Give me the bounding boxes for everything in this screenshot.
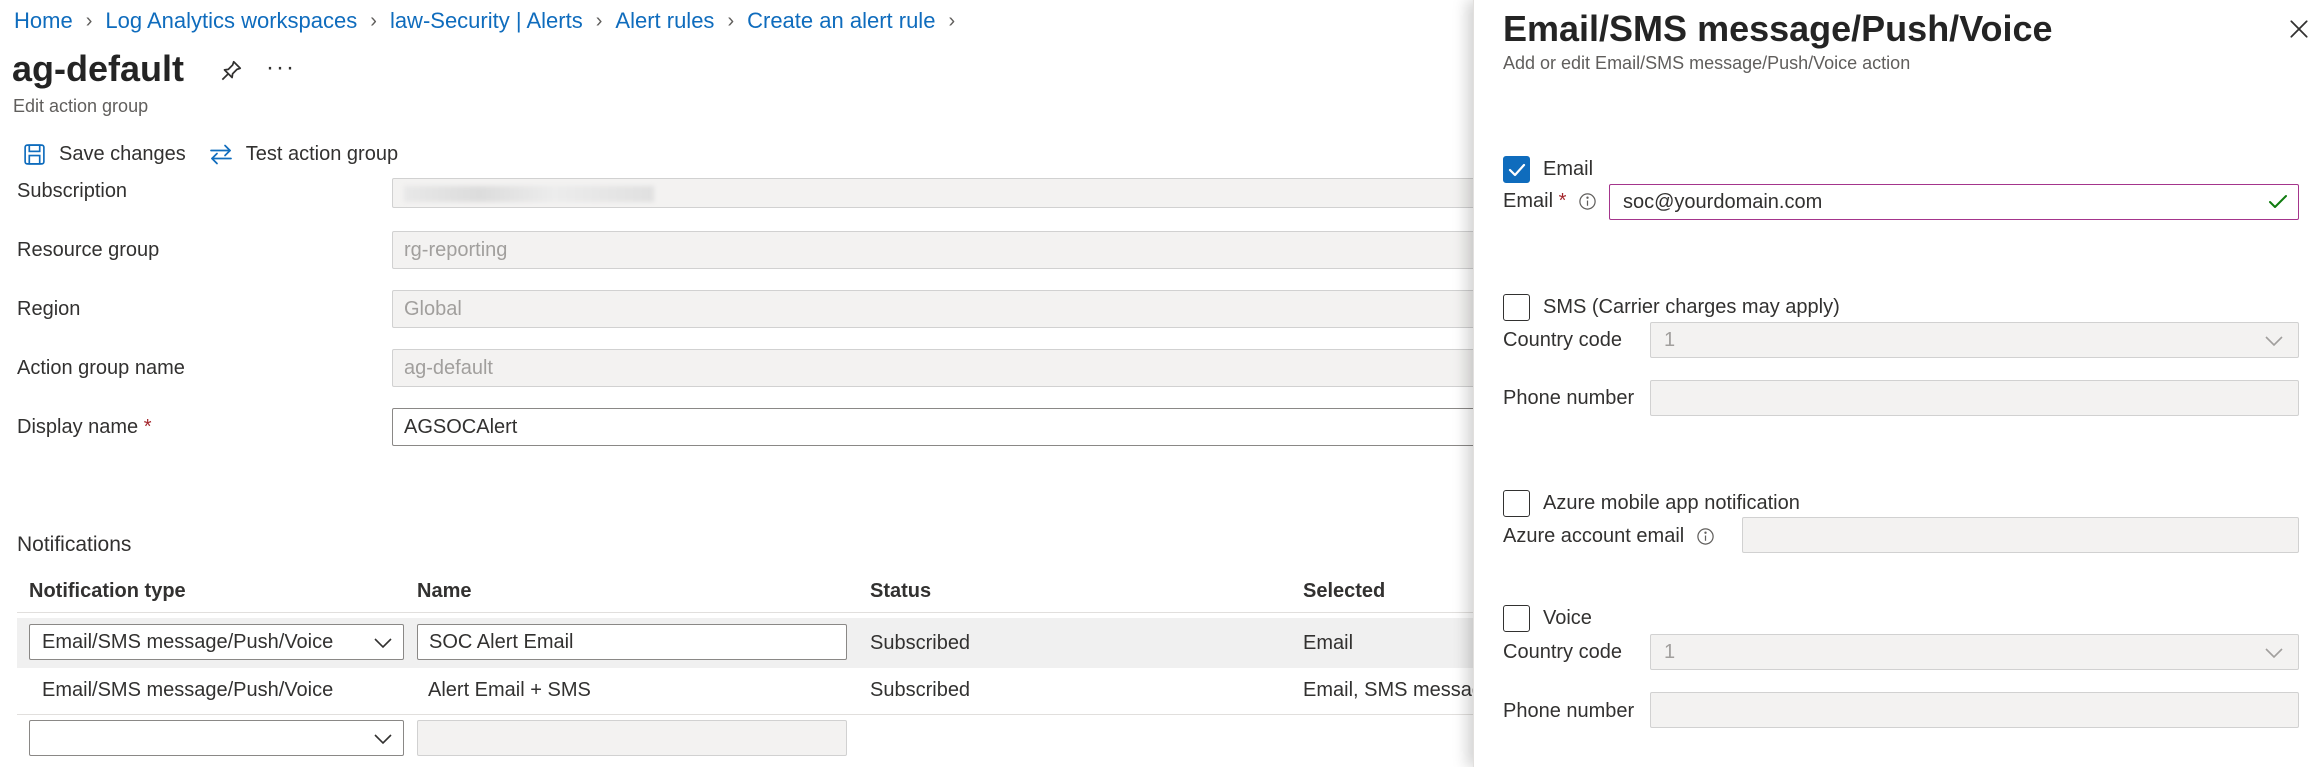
azure-account-email-input xyxy=(1742,517,2299,553)
voice-phone-number-label: Phone number xyxy=(1503,700,1635,722)
info-icon[interactable] xyxy=(1696,527,1715,546)
azure-app-notification-checkbox[interactable]: Azure mobile app notification xyxy=(1503,490,1800,517)
display-name-row: Display name * AGSOCAlert xyxy=(0,408,1492,448)
azure-app-checkbox-box[interactable] xyxy=(1503,490,1530,517)
action-group-name-row: Action group name ag-default xyxy=(0,349,1492,389)
sms-phone-number-label: Phone number xyxy=(1503,387,1635,409)
test-action-group-button[interactable]: Test action group xyxy=(208,142,398,167)
page-title: ag-default xyxy=(12,48,185,89)
new-notification-name-input xyxy=(417,720,847,756)
email-checkbox-label: Email xyxy=(1543,158,1594,180)
voice-phone-number-input xyxy=(1650,692,2299,728)
save-icon xyxy=(24,144,45,165)
sms-checkbox-box[interactable] xyxy=(1503,294,1530,321)
resource-group-row: Resource group rg-reporting xyxy=(0,231,1492,271)
chevron-right-icon: › xyxy=(595,9,603,32)
column-header-notification-type: Notification type xyxy=(29,580,186,602)
chevron-down-icon xyxy=(2265,648,2283,659)
voice-checkbox-label: Voice xyxy=(1543,607,1592,629)
chevron-right-icon: › xyxy=(85,9,93,32)
breadcrumb: Home › Log Analytics workspaces › law-Se… xyxy=(14,8,968,34)
chevron-down-icon xyxy=(2265,336,2283,347)
sms-checkbox-label: SMS (Carrier charges may apply) xyxy=(1543,296,1840,318)
row-notification-type: Email/SMS message/Push/Voice xyxy=(42,679,334,701)
voice-checkbox[interactable]: Voice xyxy=(1503,605,1592,632)
new-notification-type-dropdown[interactable] xyxy=(29,720,404,756)
row-selected: Email, SMS message xyxy=(1303,679,1495,701)
chevron-down-icon xyxy=(374,734,392,745)
chevron-right-icon: › xyxy=(727,9,735,32)
redacted-subscription xyxy=(404,186,654,202)
row-status: Subscribed xyxy=(870,679,971,701)
info-icon[interactable] xyxy=(1578,192,1597,211)
required-indicator: * xyxy=(143,416,152,438)
email-input[interactable]: soc@yourdomain.com xyxy=(1609,184,2299,220)
breadcrumb-alert-rules[interactable]: Alert rules xyxy=(615,8,714,34)
column-header-selected: Selected xyxy=(1303,580,1386,602)
pin-icon[interactable] xyxy=(218,58,244,84)
region-label: Region xyxy=(17,298,81,320)
breadcrumb-create-alert-rule[interactable]: Create an alert rule xyxy=(747,8,935,34)
azure-account-email-label: Azure account email xyxy=(1503,525,1715,548)
save-changes-button[interactable]: Save changes xyxy=(22,142,186,167)
sms-phone-number-input xyxy=(1650,380,2299,416)
voice-country-code-dropdown: 1 xyxy=(1650,634,2299,670)
subscription-row: Subscription xyxy=(0,178,1492,218)
region-row: Region Global xyxy=(0,290,1492,330)
sms-country-code-label: Country code xyxy=(1503,329,1622,351)
valid-check-icon xyxy=(2269,195,2287,208)
test-action-group-label: Test action group xyxy=(245,143,399,165)
row-name: Alert Email + SMS xyxy=(428,679,591,701)
page-subtitle: Edit action group xyxy=(13,96,149,116)
command-bar: Save changes Test action group xyxy=(22,142,420,167)
save-changes-label: Save changes xyxy=(59,143,186,165)
voice-checkbox-box[interactable] xyxy=(1503,605,1530,632)
breadcrumb-home[interactable]: Home xyxy=(14,8,73,34)
required-indicator: * xyxy=(1558,190,1567,212)
email-checkbox[interactable]: Email xyxy=(1503,156,1593,183)
panel-title: Email/SMS message/Push/Voice xyxy=(1503,8,2053,49)
chevron-right-icon: › xyxy=(370,9,377,32)
column-header-status: Status xyxy=(870,580,932,602)
subscription-input xyxy=(392,178,1492,208)
sms-country-code-dropdown: 1 xyxy=(1650,322,2299,358)
email-sms-push-voice-panel: Email/SMS message/Push/Voice Add or edit… xyxy=(1473,0,2320,767)
row-status: Subscribed xyxy=(870,632,971,654)
action-group-name-label: Action group name xyxy=(17,357,185,379)
sms-checkbox[interactable]: SMS (Carrier charges may apply) xyxy=(1503,294,1840,321)
header-divider xyxy=(17,612,1497,613)
swap-arrows-icon xyxy=(209,144,232,165)
breadcrumb-law-security-alerts[interactable]: law-Security | Alerts xyxy=(390,8,583,34)
row-divider xyxy=(17,714,1497,715)
display-name-input[interactable]: AGSOCAlert xyxy=(392,408,1492,446)
panel-subtitle: Add or edit Email/SMS message/Push/Voice… xyxy=(1503,53,1911,73)
chevron-right-icon: › xyxy=(948,9,956,32)
subscription-label: Subscription xyxy=(17,180,128,202)
resource-group-label: Resource group xyxy=(17,239,160,261)
voice-country-code-label: Country code xyxy=(1503,641,1622,663)
close-icon[interactable] xyxy=(2288,18,2310,40)
region-input: Global xyxy=(392,290,1492,328)
resource-group-input: rg-reporting xyxy=(392,231,1492,269)
breadcrumb-log-analytics-workspaces[interactable]: Log Analytics workspaces xyxy=(105,8,357,34)
chevron-down-icon xyxy=(374,638,392,649)
checkmark-icon xyxy=(1508,163,1525,176)
more-options-icon[interactable]: ··· xyxy=(266,54,296,82)
email-field-label: Email * xyxy=(1503,190,1597,213)
action-group-name-input: ag-default xyxy=(392,349,1492,387)
notification-name-input[interactable]: SOC Alert Email xyxy=(417,624,847,660)
display-name-label: Display name * xyxy=(17,416,152,438)
column-header-name: Name xyxy=(417,580,472,602)
email-checkbox-box[interactable] xyxy=(1503,156,1530,183)
azure-app-checkbox-label: Azure mobile app notification xyxy=(1543,492,1800,514)
row-selected: Email xyxy=(1303,632,1354,654)
notifications-section-title: Notifications xyxy=(17,533,132,556)
notification-type-dropdown[interactable]: Email/SMS message/Push/Voice xyxy=(29,624,404,660)
